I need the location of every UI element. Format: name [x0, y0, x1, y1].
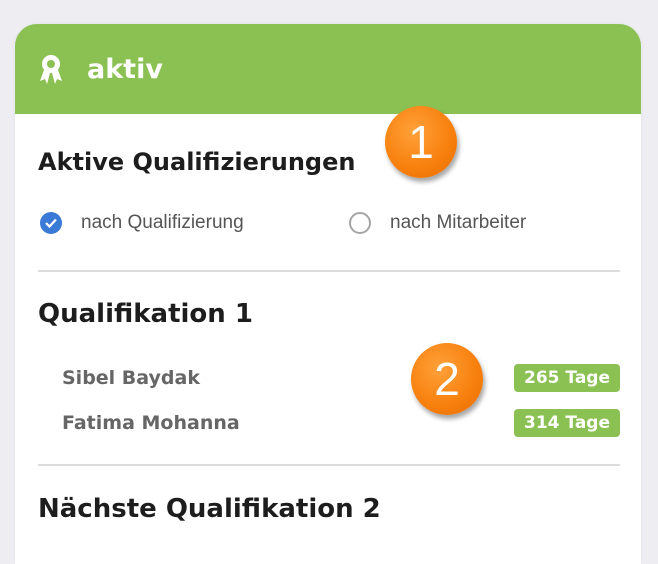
award-ribbon-icon: [37, 53, 65, 85]
callout-marker-1: 1: [385, 106, 457, 178]
days-badge: 314 Tage: [514, 409, 620, 437]
radio-unchecked-icon[interactable]: [349, 212, 371, 234]
radio-by-employee[interactable]: nach Mitarbeiter: [349, 212, 526, 234]
card-header: aktiv: [15, 24, 641, 114]
list-item[interactable]: Sibel Baydak 265 Tage: [62, 362, 620, 394]
qualification-2-title: Nächste Qualifikation 2: [38, 494, 381, 524]
radio-label: nach Mitarbeiter: [390, 212, 527, 233]
days-badge: 265 Tage: [514, 364, 620, 392]
header-title: aktiv: [87, 53, 163, 85]
employee-name: Fatima Mohanna: [62, 412, 240, 434]
callout-marker-2: 2: [411, 343, 483, 415]
radio-label: nach Qualifizierung: [81, 212, 244, 233]
divider: [38, 270, 620, 272]
divider: [38, 464, 620, 466]
qualification-card: aktiv Aktive Qualifizierungen nach Quali…: [15, 24, 641, 564]
qualification-1-title: Qualifikation 1: [38, 299, 253, 329]
employee-name: Sibel Baydak: [62, 367, 200, 389]
radio-checked-icon[interactable]: [40, 212, 62, 234]
active-qualifications-title: Aktive Qualifizierungen: [38, 148, 356, 176]
radio-by-qualification[interactable]: nach Qualifizierung: [40, 212, 244, 234]
list-item[interactable]: Fatima Mohanna 314 Tage: [62, 407, 620, 439]
